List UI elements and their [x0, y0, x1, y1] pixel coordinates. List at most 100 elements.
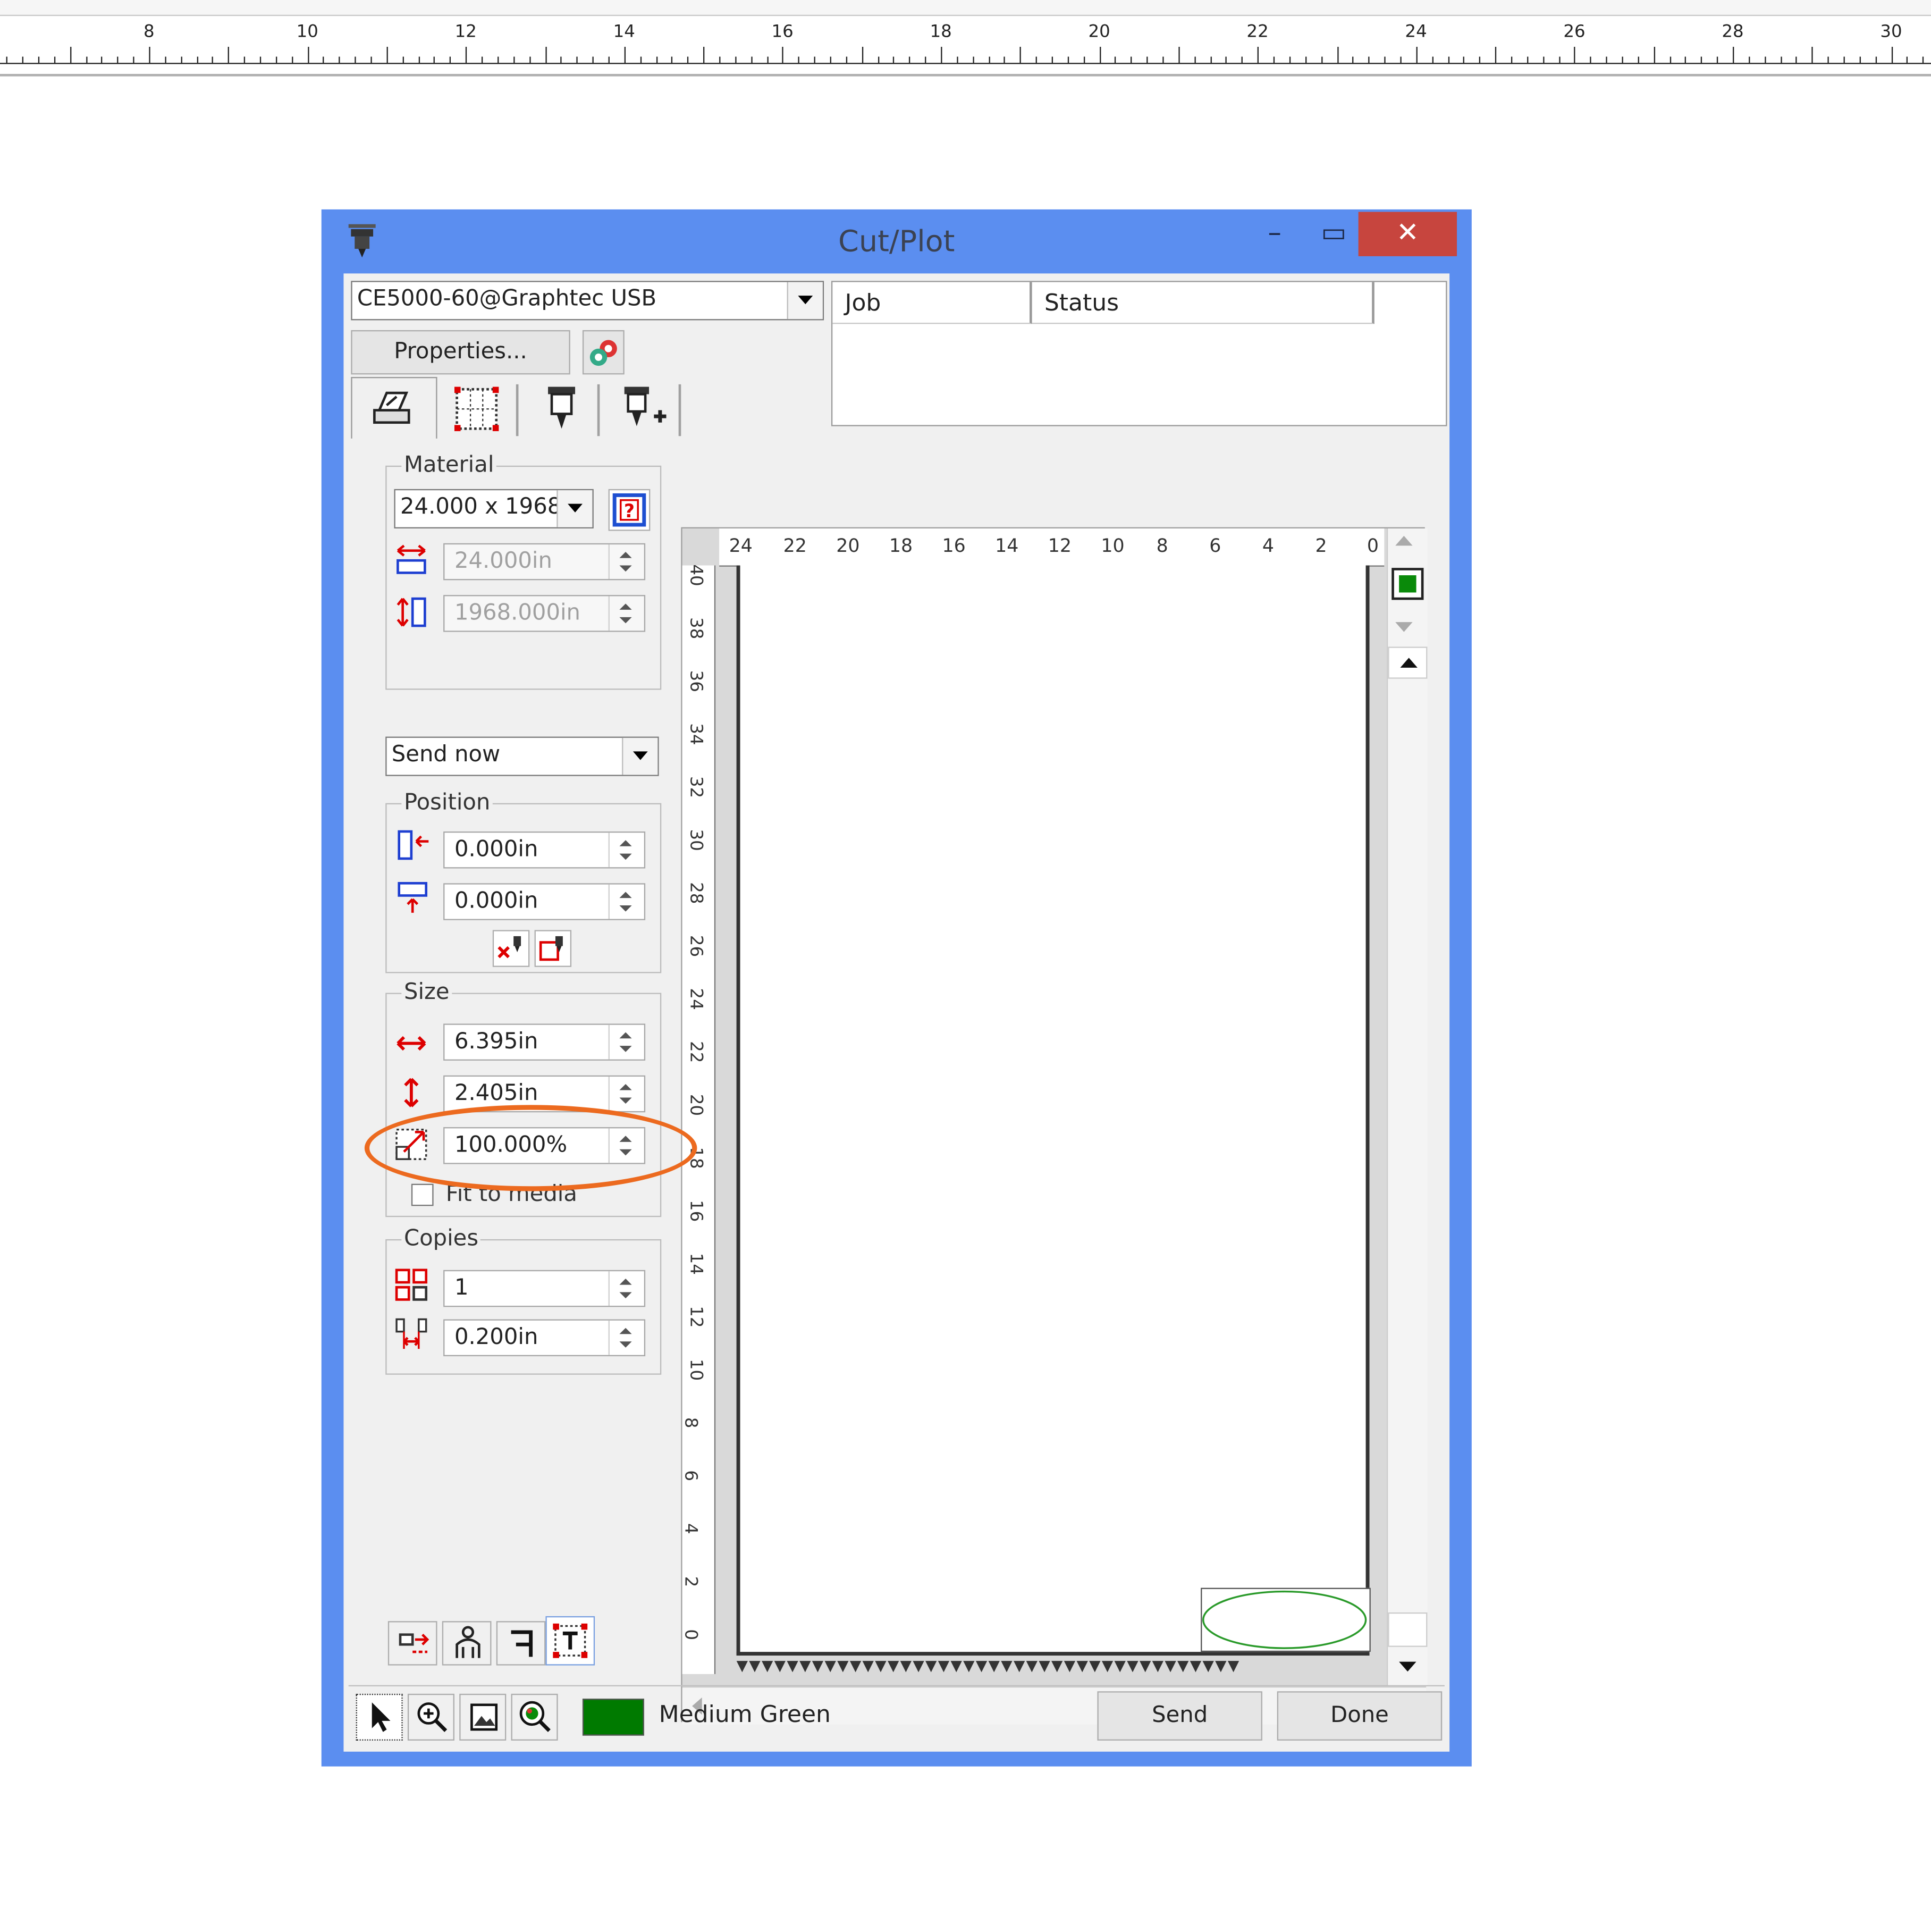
- ruler-tick: [212, 56, 214, 64]
- scroll-up-arrow[interactable]: [1395, 535, 1413, 546]
- fit-to-media-label: Fit to media: [445, 1181, 577, 1207]
- preview-ruler-label: 8: [680, 1417, 701, 1429]
- media-width-stepper[interactable]: [608, 544, 644, 579]
- chevron-down-icon[interactable]: [556, 490, 593, 527]
- size-height-stepper[interactable]: [608, 1077, 644, 1111]
- scroll-down-arrow-upper[interactable]: [1395, 622, 1413, 632]
- size-height-field[interactable]: 2.405in: [443, 1075, 646, 1113]
- copies-count-stepper[interactable]: [608, 1271, 644, 1306]
- preview-ruler-label: 18: [686, 1147, 706, 1169]
- ruler-tick: [1289, 56, 1291, 64]
- ruler-tick: [370, 56, 372, 64]
- device-select[interactable]: CE5000-60@Graphtec USB: [351, 281, 824, 321]
- cut-preview[interactable]: 24 22 20 18 16 14 12 10 8 6 4 2 0 40 38 36…: [680, 527, 1428, 1725]
- preview-ruler-label: 32: [686, 776, 706, 799]
- material-help-button[interactable]: ?: [608, 489, 651, 531]
- tab-general[interactable]: [351, 377, 437, 439]
- set-origin-button[interactable]: [534, 930, 572, 967]
- chevron-down-icon[interactable]: [622, 737, 658, 775]
- preview-ruler-label: 2: [680, 1576, 701, 1587]
- close-button[interactable]: ✕: [1358, 212, 1457, 256]
- scroll-down-button[interactable]: [1399, 1661, 1416, 1672]
- scale-percent-field[interactable]: 100.000%: [443, 1127, 646, 1164]
- media-width-field[interactable]: 24.000in: [443, 543, 646, 581]
- ruler-tick: [1479, 56, 1481, 64]
- ellipse-shape[interactable]: [1201, 1588, 1371, 1652]
- select-tool-button[interactable]: [356, 1693, 403, 1741]
- media-length-icon: [397, 597, 426, 627]
- job-column-header[interactable]: Job: [832, 282, 1032, 324]
- position-y-field[interactable]: 0.000in: [443, 883, 646, 920]
- properties-button[interactable]: Properties...: [351, 330, 570, 375]
- ruler-tick: [339, 56, 341, 64]
- ruler-tick: [1384, 56, 1386, 64]
- scroll-up-button[interactable]: [1388, 646, 1428, 679]
- send-mode-value: Send now: [391, 741, 501, 768]
- color-swatch[interactable]: [582, 1699, 644, 1736]
- copy-spacing-icon: [395, 1318, 427, 1349]
- material-size-select[interactable]: 24.000 x 1968: [394, 489, 594, 528]
- copies-count-field[interactable]: 1: [443, 1270, 646, 1307]
- view-media-button[interactable]: [459, 1693, 507, 1741]
- ruler-tick: [1447, 56, 1449, 64]
- ruler-tick: [1051, 56, 1053, 64]
- preview-vertical-scrollbar[interactable]: [1386, 528, 1428, 1686]
- reset-origin-button[interactable]: [492, 930, 530, 967]
- ruler-tick: [941, 47, 942, 64]
- maximize-button[interactable]: ▭: [1306, 212, 1361, 256]
- media-length-stepper[interactable]: [608, 596, 644, 631]
- ruler-tick: [1764, 56, 1766, 64]
- job-list[interactable]: Job Status: [831, 281, 1447, 426]
- copy-spacing-stepper[interactable]: [608, 1320, 644, 1355]
- ruler-tick: [275, 56, 277, 64]
- send-button[interactable]: Send: [1097, 1691, 1262, 1741]
- chevron-down-icon[interactable]: [787, 282, 823, 320]
- ruler-tick: [1194, 56, 1196, 64]
- position-y-stepper[interactable]: [608, 884, 644, 919]
- media-length-field[interactable]: 1968.000in: [443, 595, 646, 632]
- ruler-label: 12: [454, 22, 477, 42]
- done-button[interactable]: Done: [1277, 1691, 1443, 1741]
- media-sheet[interactable]: [736, 565, 1371, 1656]
- position-x-field[interactable]: 0.000in: [443, 831, 646, 869]
- ruler-tick: [497, 56, 499, 64]
- zoom-in-button[interactable]: [407, 1693, 454, 1741]
- zoom-to-design-button[interactable]: [511, 1693, 558, 1741]
- screen: 8 10 12 14 16 18 20 22 24 26 28 30 Cut/Plot – ▭ ✕ C…: [0, 0, 1931, 1931]
- copy-spacing-field[interactable]: 0.200in: [443, 1319, 646, 1357]
- ruler-tick: [70, 47, 71, 64]
- text-frame-button[interactable]: [545, 1616, 595, 1666]
- zoom-in-icon: [417, 1702, 448, 1732]
- reset-origin-icon: [497, 936, 521, 959]
- design-bounding-box[interactable]: [1201, 1587, 1371, 1652]
- size-width-field[interactable]: 6.395in: [443, 1023, 646, 1061]
- ruler-tick: [244, 56, 246, 64]
- size-label: Size: [401, 979, 452, 1005]
- tab-layout[interactable]: [442, 384, 519, 436]
- ruler-tick: [22, 56, 24, 64]
- scale-percent-stepper[interactable]: [608, 1128, 644, 1163]
- send-mode-select[interactable]: Send now: [385, 736, 659, 776]
- weed-border-button[interactable]: [387, 1621, 437, 1666]
- settings-button[interactable]: [582, 330, 625, 375]
- tab-tool-options[interactable]: [605, 384, 681, 436]
- ruler-tick: [687, 56, 689, 64]
- ruler-tick: [909, 56, 910, 64]
- ruler-tick: [1843, 56, 1845, 64]
- mirror-button[interactable]: [496, 1621, 546, 1666]
- ruler-tick: [1907, 56, 1909, 64]
- tab-tool[interactable]: [524, 384, 600, 436]
- ruler-tick: [1875, 56, 1877, 64]
- fit-to-media-checkbox[interactable]: [411, 1183, 434, 1206]
- scroll-thumb[interactable]: [1388, 1612, 1428, 1647]
- size-width-stepper[interactable]: [608, 1024, 644, 1060]
- minimize-button[interactable]: –: [1247, 212, 1302, 256]
- title-bar[interactable]: Cut/Plot – ▭ ✕: [322, 209, 1472, 273]
- preview-ruler-label: 24: [686, 988, 706, 1010]
- zoom-fit-button[interactable]: [1392, 568, 1424, 600]
- tiling-button[interactable]: [442, 1621, 492, 1666]
- position-x-stepper[interactable]: [608, 833, 644, 868]
- ruler-tick: [1131, 56, 1133, 64]
- ruler-tick: [402, 56, 404, 64]
- status-column-header[interactable]: Status: [1032, 282, 1375, 324]
